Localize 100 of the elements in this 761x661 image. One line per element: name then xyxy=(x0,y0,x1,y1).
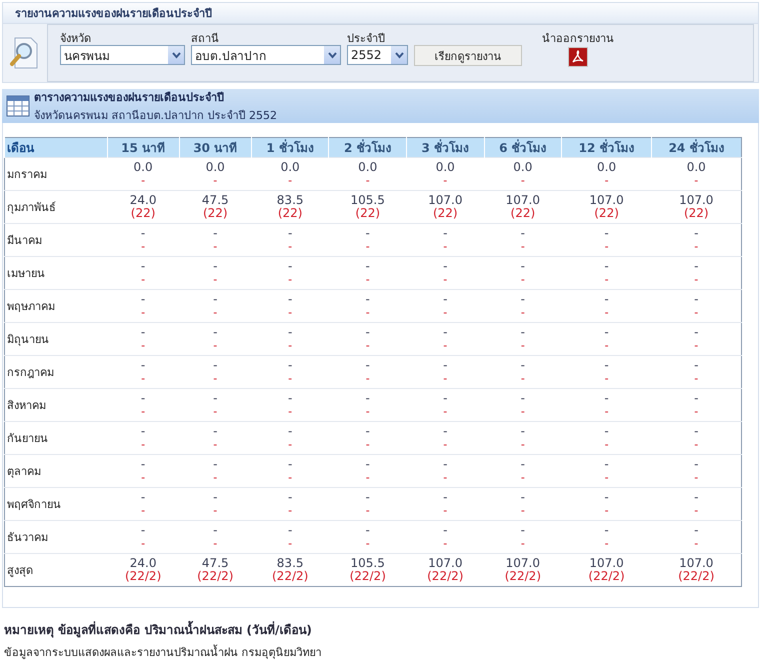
table-cell: - - xyxy=(251,322,329,356)
table-cell: - - xyxy=(406,256,484,290)
table-cell: 107.0 (22/2) xyxy=(406,554,484,586)
table-cell: 83.5 (22) xyxy=(251,190,329,224)
table-cell: - - xyxy=(179,422,252,454)
table-cell: - - xyxy=(251,356,329,388)
table-cell: - - xyxy=(107,422,180,454)
table-cell: 107.0 (22/2) xyxy=(562,554,652,586)
table-cell: 107.0 (22) xyxy=(652,190,742,224)
table-cell: 0.0 - xyxy=(406,158,484,190)
month-cell: มีนาคม xyxy=(4,224,107,256)
column-header: 3 ชั่วโมง xyxy=(406,138,484,158)
table-cell: 24.0 (22/2) xyxy=(107,554,180,586)
table-cell: 0.0 - xyxy=(179,158,252,190)
month-cell: กันยายน xyxy=(4,422,107,454)
caret-icon xyxy=(168,46,184,64)
table-cell: - - xyxy=(406,224,484,256)
table-cell: - - xyxy=(562,422,652,454)
table-cell: - - xyxy=(406,290,484,322)
table-cell: - - xyxy=(562,488,652,520)
table-cell: - - xyxy=(251,454,329,488)
table-cell: - - xyxy=(484,356,562,388)
table-cell: - - xyxy=(484,290,562,322)
month-cell: ธันวาคม xyxy=(4,520,107,554)
table-cell: - - xyxy=(562,454,652,488)
table-cell: 107.0 (22/2) xyxy=(484,554,562,586)
table-cell: - - xyxy=(484,488,562,520)
table-cell: - - xyxy=(652,488,742,520)
column-header: 30 นาที xyxy=(179,138,252,158)
table-cell: - - xyxy=(328,322,406,356)
export-label: นำออกรายงาน xyxy=(542,31,614,43)
month-cell: ตุลาคม xyxy=(4,454,107,488)
table-cell: - - xyxy=(251,422,329,454)
year-select[interactable]: 2552 xyxy=(347,45,408,65)
month-cell: มิถุนายน xyxy=(4,322,107,356)
table-cell: 0.0 - xyxy=(562,158,652,190)
table-cell: - - xyxy=(484,520,562,554)
field-label: สถานี xyxy=(191,31,220,43)
table-cell: - - xyxy=(328,454,406,488)
station-select[interactable]: อบต.ปลาปาก xyxy=(191,45,341,65)
table-cell: - - xyxy=(107,388,180,422)
table-cell: - - xyxy=(484,454,562,488)
table-cell: 107.0 (22/2) xyxy=(652,554,742,586)
magnifier-document-icon xyxy=(9,36,39,70)
report-title: ตารางความแรงของฝนรายเดือนประจำปี xyxy=(34,90,225,106)
table-cell: - - xyxy=(179,322,252,356)
column-header: 2 ชั่วโมง xyxy=(328,138,406,158)
table-cell: - - xyxy=(179,224,252,256)
table-cell: - - xyxy=(251,290,329,322)
table-cell: - - xyxy=(652,290,742,322)
field-label: ประจำปี xyxy=(347,31,386,43)
table-cell: - - xyxy=(107,454,180,488)
table-cell: - - xyxy=(652,256,742,290)
table-cell: - - xyxy=(562,388,652,422)
table-cell: - - xyxy=(328,290,406,322)
footnote-source: ข้อมูลจากระบบแสดงผลและรายงานปริมาณน้ำฝน กรมอุตุนิยมวิทยา xyxy=(4,644,322,661)
month-cell: กุมภาพันธ์ xyxy=(4,190,107,224)
table-cell: - - xyxy=(328,520,406,554)
table-cell: - - xyxy=(484,388,562,422)
column-header: 24 ชั่วโมง xyxy=(652,138,742,158)
table-cell: - - xyxy=(107,488,180,520)
table-cell: 0.0 - xyxy=(652,158,742,190)
table-cell: - - xyxy=(328,256,406,290)
table-cell: - - xyxy=(406,422,484,454)
table-cell: - - xyxy=(484,422,562,454)
table-cell: - - xyxy=(562,224,652,256)
month-cell: สิงหาคม xyxy=(4,388,107,422)
report-button[interactable]: เรียกดูรายงาน xyxy=(414,45,522,66)
table-cell: 105.5 (22) xyxy=(328,190,406,224)
table-cell: - - xyxy=(562,356,652,388)
table-cell: - - xyxy=(107,520,180,554)
table-cell: - - xyxy=(251,520,329,554)
caret-icon xyxy=(324,46,340,64)
table-cell: 0.0 - xyxy=(251,158,329,190)
table-cell: - - xyxy=(179,388,252,422)
column-header: 12 ชั่วโมง xyxy=(562,138,652,158)
column-header: 1 ชั่วโมง xyxy=(251,138,329,158)
table-cell: - - xyxy=(328,488,406,520)
table-cell: - - xyxy=(652,454,742,488)
province-select[interactable]: นครพนม xyxy=(60,45,185,65)
month-cell: พฤศจิกายน xyxy=(4,488,107,520)
column-header: เดือน xyxy=(4,138,107,158)
table-cell: - - xyxy=(251,488,329,520)
table-icon xyxy=(6,95,30,117)
table-cell: 107.0 (22) xyxy=(484,190,562,224)
table-cell: - - xyxy=(328,224,406,256)
table-cell: - - xyxy=(179,290,252,322)
table-cell: 0.0 - xyxy=(484,158,562,190)
table-cell: - - xyxy=(406,322,484,356)
table-cell: - - xyxy=(406,356,484,388)
table-cell: - - xyxy=(179,454,252,488)
table-cell: - - xyxy=(251,256,329,290)
page-title: รายงานความแรงของฝนรายเดือนประจำปี xyxy=(2,2,759,24)
table-cell: - - xyxy=(328,422,406,454)
table-cell: 24.0 (22) xyxy=(107,190,180,224)
pdf-icon[interactable] xyxy=(568,47,588,67)
table-cell: - - xyxy=(652,520,742,554)
table-cell: - - xyxy=(251,388,329,422)
report-subtitle: จังหวัดนครพนม สถานีอบต.ปลาปาก ประจำปี 2552 xyxy=(34,108,277,124)
table-cell: - - xyxy=(179,256,252,290)
